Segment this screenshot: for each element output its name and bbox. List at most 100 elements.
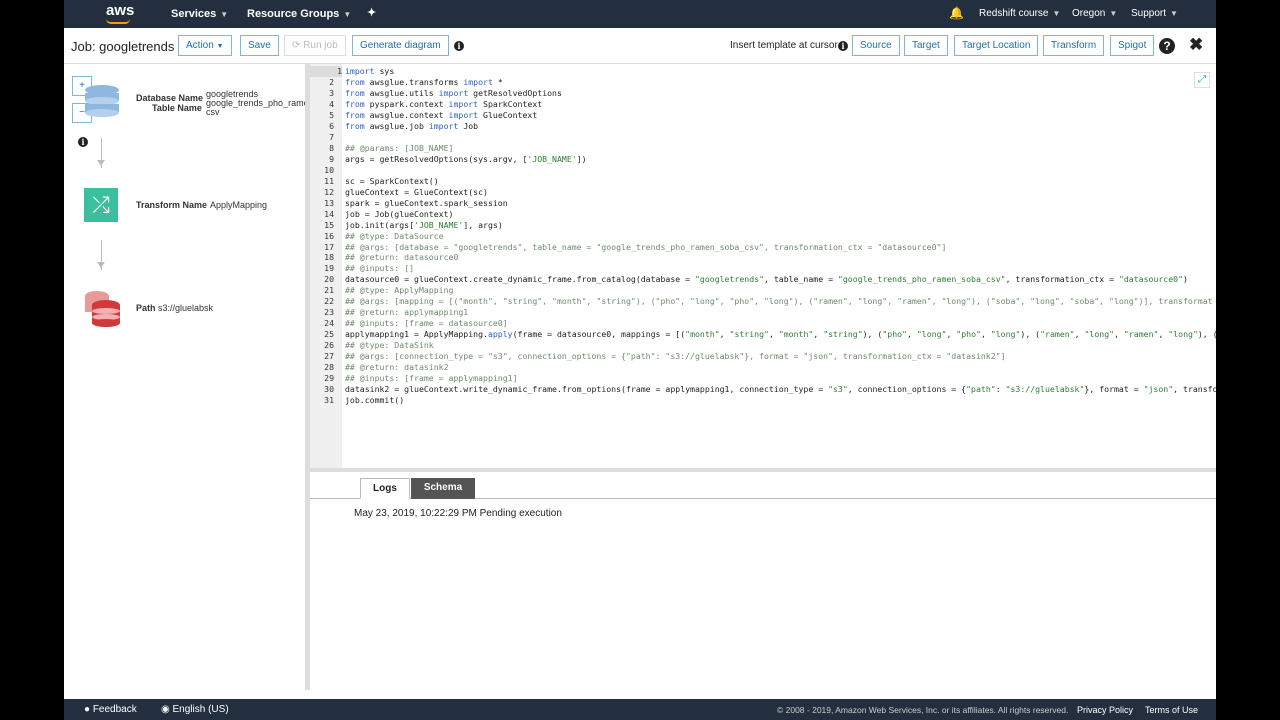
transform-template-button[interactable]: Transform: [1043, 35, 1105, 56]
account-menu[interactable]: Redshift course ▼: [979, 8, 1060, 19]
aws-logo[interactable]: aws: [106, 2, 134, 19]
code-line[interactable]: 12 glueContext = GlueContext(sc): [310, 187, 1216, 198]
line-number: 22: [324, 296, 334, 307]
refresh-icon: ⟳: [292, 40, 301, 51]
help-icon[interactable]: ?: [1159, 38, 1175, 54]
code-line[interactable]: 13 spark = glueContext.spark_session: [310, 198, 1216, 209]
code-text: ## @type: DataSource: [345, 230, 444, 241]
code-text: sc = SparkContext(): [345, 175, 439, 186]
target-template-button[interactable]: Target: [904, 35, 948, 56]
info-icon[interactable]: i: [838, 41, 848, 51]
flow-arrow: [97, 240, 105, 270]
pin-icon[interactable]: ✦: [367, 6, 376, 19]
code-text: job.commit(): [345, 395, 405, 406]
line-number: 16: [324, 230, 334, 241]
line-number: 10: [324, 164, 334, 175]
privacy-policy-link[interactable]: Privacy Policy: [1077, 705, 1133, 715]
log-entry: May 23, 2019, 10:22:29 PM Pending execut…: [354, 508, 562, 519]
run-job-button[interactable]: ⟳ Run job: [284, 35, 346, 56]
table-name-value: google_trends_pho_rame: [206, 98, 305, 108]
code-line[interactable]: 27 ## @args: [connection_type = "s3", con…: [310, 351, 1216, 362]
code-line[interactable]: 7: [310, 132, 1216, 143]
code-lines[interactable]: 1 import sys 2 from awsglue.transforms impo…: [310, 66, 1216, 406]
code-line[interactable]: 28 ## @return: datasink2: [310, 362, 1216, 373]
chevron-down-icon: ▼: [1109, 9, 1118, 18]
language-selector[interactable]: ◉ English (US): [161, 704, 229, 715]
code-line[interactable]: 18 ## @return: datasource0: [310, 252, 1216, 263]
save-button[interactable]: Save: [240, 35, 279, 56]
line-number: 26: [324, 340, 334, 351]
table-name-label: Table Name: [152, 103, 202, 113]
code-line[interactable]: 14 job = Job(glueContext): [310, 209, 1216, 220]
code-line[interactable]: 20 datasource0 = glueContext.create_dynam…: [310, 274, 1216, 285]
feedback-link[interactable]: ● Feedback: [84, 704, 137, 715]
line-number: 11: [324, 175, 334, 186]
code-line[interactable]: 22 ## @args: [mapping = [("month", "strin…: [310, 296, 1216, 307]
close-icon[interactable]: ✖: [1189, 35, 1203, 55]
code-text: from awsglue.context import GlueContext: [345, 109, 538, 120]
code-line[interactable]: 21 ## @type: ApplyMapping: [310, 285, 1216, 296]
code-line[interactable]: 30 datasink2 = glueContext.write_dynamic_…: [310, 384, 1216, 395]
tab-logs[interactable]: Logs: [360, 478, 410, 499]
code-line[interactable]: 25 applymapping1 = ApplyMapping.apply(fra…: [310, 329, 1216, 340]
s3-target-icon[interactable]: [84, 290, 122, 328]
region-menu[interactable]: Oregon ▼: [1072, 8, 1117, 19]
code-text: ## @return: applymapping1: [345, 307, 469, 318]
code-text: ## @args: [mapping = [("month", "string"…: [345, 296, 1213, 307]
top-nav: aws Services ▼ Resource Groups ▼ ✦ 🔔 Redsh…: [64, 0, 1216, 28]
code-text: ## @params: [JOB_NAME]: [345, 142, 454, 153]
footer: ● Feedback ◉ English (US) © 2008 - 2019,…: [64, 699, 1216, 720]
source-template-button[interactable]: Source: [852, 35, 900, 56]
code-line[interactable]: 3 from awsglue.utils import getResolvedOp…: [310, 88, 1216, 99]
flow-arrow: [97, 138, 105, 168]
resource-groups-menu[interactable]: Resource Groups ▼: [247, 8, 351, 20]
code-line[interactable]: 1 import sys: [310, 66, 1216, 77]
code-line[interactable]: 2 from awsglue.transforms import *: [310, 77, 1216, 88]
chat-icon: ●: [84, 704, 91, 715]
spigot-template-button[interactable]: Spigot: [1110, 35, 1155, 56]
line-number: 12: [324, 186, 334, 197]
code-line[interactable]: 10: [310, 165, 1216, 176]
code-line[interactable]: 23 ## @return: applymapping1: [310, 307, 1216, 318]
code-line[interactable]: 31 job.commit(): [310, 395, 1216, 406]
code-text: from pyspark.context import SparkContext: [345, 98, 543, 109]
support-menu[interactable]: Support ▼: [1131, 8, 1178, 19]
code-line[interactable]: 4 from pyspark.context import SparkContex…: [310, 99, 1216, 110]
tab-schema[interactable]: Schema: [411, 478, 475, 499]
code-line[interactable]: 19 ## @inputs: []: [310, 263, 1216, 274]
code-editor[interactable]: 1 import sys 2 from awsglue.transforms impo…: [310, 64, 1216, 468]
line-number: 13: [324, 197, 334, 208]
code-line[interactable]: 16 ## @type: DataSource: [310, 231, 1216, 242]
pane-divider[interactable]: [310, 468, 1216, 472]
target-location-template-button[interactable]: Target Location: [954, 35, 1039, 56]
transform-shuffle-icon[interactable]: ⤮: [84, 188, 118, 222]
generate-diagram-button[interactable]: Generate diagram: [352, 35, 449, 56]
code-text: ## @args: [database = "googletrends", ta…: [345, 241, 947, 252]
code-line[interactable]: 24 ## @inputs: [frame = datasource0]: [310, 318, 1216, 329]
code-line[interactable]: 9 args = getResolvedOptions(sys.argv, ['J…: [310, 154, 1216, 165]
code-line[interactable]: 26 ## @type: DataSink: [310, 340, 1216, 351]
code-line[interactable]: 29 ## @inputs: [frame = applymapping1]: [310, 373, 1216, 384]
code-line[interactable]: 6 from awsglue.job import Job: [310, 121, 1216, 132]
chevron-down-icon: ▼: [343, 10, 352, 19]
action-button[interactable]: Action ▼: [178, 35, 232, 56]
code-line[interactable]: 5 from awsglue.context import GlueContext: [310, 110, 1216, 121]
services-menu[interactable]: Services ▼: [171, 8, 228, 20]
code-text: ## @inputs: []: [345, 263, 415, 274]
bell-icon[interactable]: 🔔: [949, 6, 964, 20]
code-line[interactable]: 17 ## @args: [database = "googletrends", …: [310, 242, 1216, 253]
fullscreen-icon[interactable]: ⤢: [1194, 72, 1210, 88]
code-text: applymapping1 = ApplyMapping.apply(frame…: [345, 329, 1216, 340]
code-line[interactable]: 11 sc = SparkContext(): [310, 176, 1216, 187]
code-line[interactable]: 15 job.init(args['JOB_NAME'], args): [310, 220, 1216, 231]
job-toolbar: Job: googletrends Action ▼ Save ⟳ Run jo…: [64, 28, 1216, 64]
code-text: from awsglue.job import Job: [345, 120, 479, 131]
terms-of-use-link[interactable]: Terms of Use: [1145, 705, 1198, 715]
line-number: 30: [324, 384, 334, 395]
chevron-down-icon: ▼: [1170, 9, 1178, 18]
code-line[interactable]: 8 ## @params: [JOB_NAME]: [310, 143, 1216, 154]
globe-icon: ◉: [161, 704, 170, 715]
code-text: spark = glueContext.spark_session: [345, 197, 508, 208]
info-icon[interactable]: i: [454, 41, 464, 51]
info-icon[interactable]: i: [78, 137, 88, 147]
